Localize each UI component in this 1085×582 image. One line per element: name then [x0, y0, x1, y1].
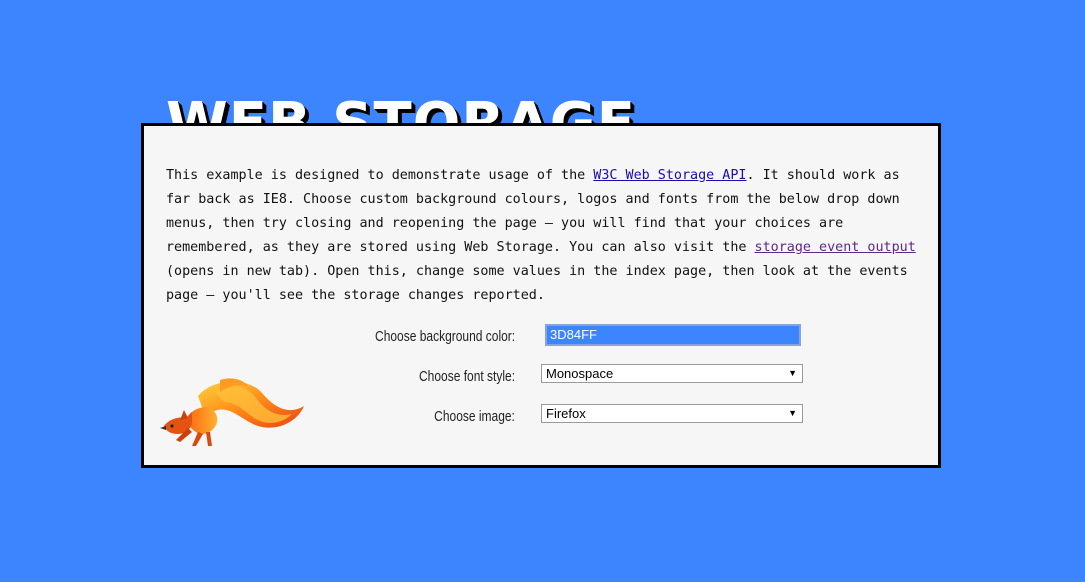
web-storage-api-link[interactable]: W3C Web Storage API	[593, 168, 746, 183]
font-style-row: Choose font style:	[395, 365, 515, 387]
font-style-value: Monospace	[546, 366, 614, 381]
triangle-down-icon: ▼	[788, 368, 797, 378]
image-row: Choose image:	[414, 405, 515, 427]
image-select[interactable]: Firefox ▼	[541, 404, 803, 423]
intro-text-1: This example is designed to demonstrate …	[166, 168, 594, 183]
firefox-fox-icon	[160, 378, 304, 446]
font-style-select[interactable]: Monospace ▼	[541, 364, 803, 383]
image-label: Choose image:	[434, 407, 515, 425]
bg-color-input[interactable]: 3D84FF	[545, 324, 801, 346]
bg-color-row: Choose background color:	[340, 325, 515, 347]
storage-event-output-link[interactable]: storage event output	[755, 240, 916, 255]
intro-text-3: (opens in new tab). Open this, change so…	[166, 264, 908, 303]
intro-paragraph: This example is designed to demonstrate …	[166, 164, 918, 308]
image-value: Firefox	[546, 406, 586, 421]
font-style-label: Choose font style:	[418, 367, 515, 385]
triangle-down-icon: ▼	[788, 408, 797, 418]
bg-color-label: Choose background color:	[374, 327, 515, 345]
